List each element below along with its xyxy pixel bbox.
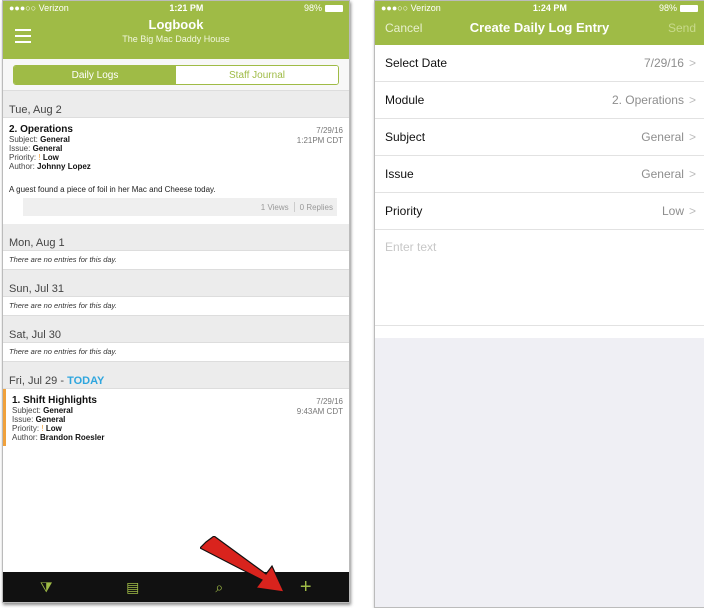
entry-subject: Subject: General <box>9 135 70 144</box>
carrier-label: ●●●○○ Verizon <box>381 3 441 13</box>
page-title: Create Daily Log Entry <box>469 20 610 35</box>
module-row[interactable]: Module 2. Operations > <box>375 82 704 119</box>
entry-issue: Issue: General <box>9 144 63 153</box>
battery-icon <box>324 5 343 13</box>
red-arrow-icon <box>200 536 286 593</box>
filter-icon[interactable]: ⧩ <box>3 572 90 602</box>
chevron-right-icon: > <box>688 167 696 181</box>
entry-text-field[interactable]: Enter text <box>375 230 704 326</box>
empty-background <box>375 338 704 607</box>
calendar-icon[interactable]: ▤ <box>90 572 177 602</box>
left-header: ●●●○○ Verizon 1:21 PM 98% Logbook The Bi… <box>3 1 349 59</box>
tab-staff-journal[interactable]: Staff Journal <box>176 66 338 84</box>
entry-body: A guest found a piece of foil in her Mac… <box>9 185 216 194</box>
segmented-control-bar: Daily Logs Staff Journal <box>3 59 349 91</box>
chevron-right-icon: > <box>688 56 696 70</box>
entry-author: Author: Johnny Lopez <box>9 162 91 171</box>
chevron-right-icon: > <box>688 204 696 218</box>
subject-row[interactable]: Subject General > <box>375 119 704 156</box>
priority-row[interactable]: Priority Low > <box>375 193 704 230</box>
entry-priority: Priority: ! Low <box>12 424 62 433</box>
entry-timestamp: 7/29/16 9:43AM CDT <box>296 397 343 416</box>
select-date-row[interactable]: Select Date 7/29/16 > <box>375 45 704 82</box>
replies-count[interactable]: 0 Replies <box>300 203 333 212</box>
battery-icon <box>679 5 698 13</box>
day-header: Tue, Aug 2 <box>3 91 349 118</box>
clock: 1:21 PM <box>169 3 204 13</box>
day-header: Sat, Jul 30 <box>3 316 349 343</box>
chevron-right-icon: > <box>688 93 696 107</box>
nav-bar: Cancel Create Daily Log Entry Send <box>375 15 704 45</box>
battery: 98% <box>659 3 698 13</box>
entry-author: Author: Brandon Roesler <box>12 433 105 442</box>
nav-bar: Logbook The Big Mac Daddy House <box>3 15 349 59</box>
right-header: ●●●○○ Verizon 1:24 PM 98% Cancel Create … <box>375 1 704 45</box>
issue-row[interactable]: Issue General > <box>375 156 704 193</box>
location-subtitle: The Big Mac Daddy House <box>122 34 230 44</box>
entry-subject: Subject: General <box>12 406 73 415</box>
tab-daily-logs[interactable]: Daily Logs <box>14 66 176 84</box>
chevron-right-icon: > <box>688 130 696 144</box>
carrier-label: ●●●○○ Verizon <box>9 3 69 13</box>
entry-title: 2. Operations <box>9 124 73 135</box>
create-entry-screen: ●●●○○ Verizon 1:24 PM 98% Cancel Create … <box>374 0 704 608</box>
views-count: 1 Views <box>260 202 289 212</box>
entry-form: Select Date 7/29/16 > Module 2. Operation… <box>375 45 704 326</box>
status-bar: ●●●○○ Verizon 1:21 PM 98% <box>3 1 349 15</box>
no-entries-note: There are no entries for this day. <box>3 297 349 316</box>
entry-issue: Issue: General <box>12 415 66 424</box>
no-entries-note: There are no entries for this day. <box>3 251 349 270</box>
day-header: Mon, Aug 1 <box>3 224 349 251</box>
today-label: TODAY <box>67 375 105 387</box>
send-button[interactable]: Send <box>668 21 696 35</box>
day-header-today: Fri, Jul 29 - TODAY <box>3 362 349 389</box>
entry-priority: Priority: ! Low <box>9 153 59 162</box>
clock: 1:24 PM <box>532 3 567 13</box>
log-entry[interactable]: 1. Shift Highlights Subject: General Iss… <box>3 389 349 446</box>
entry-stats: 1 Views 0 Replies <box>23 198 337 216</box>
segmented-control: Daily Logs Staff Journal <box>13 65 339 85</box>
entry-title: 1. Shift Highlights <box>12 395 97 406</box>
status-bar: ●●●○○ Verizon 1:24 PM 98% <box>375 1 704 15</box>
no-entries-note: There are no entries for this day. <box>3 343 349 362</box>
entry-timestamp: 7/29/16 1:21PM CDT <box>296 126 343 145</box>
log-entry[interactable]: 2. Operations Subject: General Issue: Ge… <box>3 118 349 220</box>
battery: 98% <box>304 3 343 13</box>
day-header: Sun, Jul 31 <box>3 270 349 297</box>
page-title: Logbook <box>148 17 204 32</box>
logbook-screen: ●●●○○ Verizon 1:21 PM 98% Logbook The Bi… <box>2 0 350 603</box>
